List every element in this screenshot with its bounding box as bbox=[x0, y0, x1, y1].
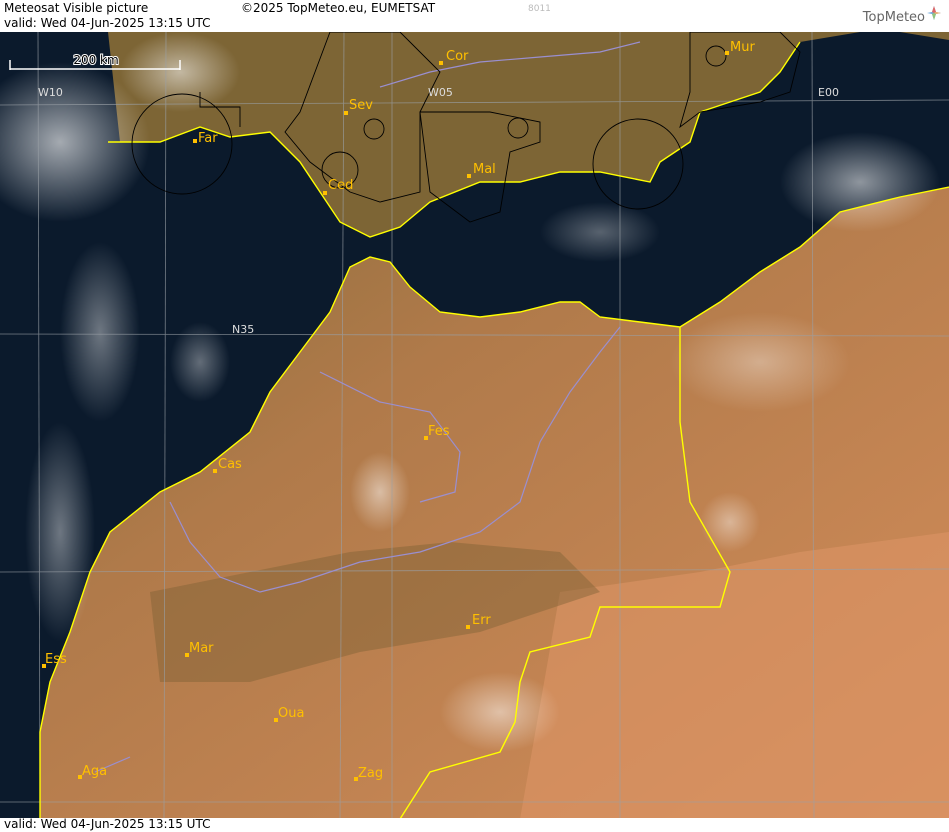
svg-text:Err: Err bbox=[472, 613, 491, 628]
city-aga[interactable]: Aga bbox=[78, 764, 107, 779]
grid-label-w10: W10 bbox=[38, 86, 63, 99]
svg-text:Zag: Zag bbox=[358, 766, 383, 781]
city-ess[interactable]: Ess bbox=[42, 652, 67, 668]
svg-text:Far: Far bbox=[198, 131, 218, 146]
svg-text:Ess: Ess bbox=[45, 652, 67, 667]
header: Meteosat Visible picture valid: Wed 04-J… bbox=[0, 0, 949, 33]
image-code: 8011 bbox=[528, 4, 551, 14]
svg-text:Mar: Mar bbox=[189, 641, 214, 656]
satellite-map[interactable]: 200 km W10 W05 E00 N35 Cor Mur Sev Far C… bbox=[0, 32, 949, 819]
valid-time-footer: valid: Wed 04-Jun-2025 13:15 UTC bbox=[4, 817, 211, 831]
city-sev[interactable]: Sev bbox=[344, 98, 373, 115]
city-fes[interactable]: Fes bbox=[424, 424, 450, 440]
grid-label-e00: E00 bbox=[818, 86, 839, 99]
svg-text:Aga: Aga bbox=[82, 764, 107, 779]
city-zag[interactable]: Zag bbox=[354, 766, 383, 781]
city-mar[interactable]: Mar bbox=[185, 641, 214, 657]
city-cas[interactable]: Cas bbox=[213, 457, 242, 473]
svg-text:Sev: Sev bbox=[349, 98, 373, 113]
svg-text:Fes: Fes bbox=[428, 424, 450, 439]
footer: valid: Wed 04-Jun-2025 13:15 UTC bbox=[0, 817, 949, 832]
svg-text:Mur: Mur bbox=[730, 40, 755, 55]
grid-label-n35: N35 bbox=[232, 323, 254, 336]
valid-time: valid: Wed 04-Jun-2025 13:15 UTC bbox=[4, 16, 211, 30]
svg-text:Cor: Cor bbox=[446, 49, 469, 64]
grid-label-w05: W05 bbox=[428, 86, 453, 99]
copyright: ©2025 TopMeteo.eu, EUMETSAT bbox=[241, 1, 436, 15]
topmeteo-logo-icon bbox=[927, 6, 941, 20]
svg-text:Oua: Oua bbox=[278, 706, 304, 721]
city-ced[interactable]: Ced bbox=[323, 178, 353, 195]
svg-text:Cas: Cas bbox=[218, 457, 242, 472]
svg-text:Ced: Ced bbox=[328, 178, 353, 193]
satellite-map-page: Meteosat Visible picture valid: Wed 04-J… bbox=[0, 0, 949, 832]
map-title: Meteosat Visible picture bbox=[4, 1, 149, 15]
scale-label: 200 km bbox=[73, 53, 118, 67]
svg-text:Mal: Mal bbox=[473, 162, 496, 177]
city-mur[interactable]: Mur bbox=[725, 40, 755, 55]
city-oua[interactable]: Oua bbox=[274, 706, 304, 722]
